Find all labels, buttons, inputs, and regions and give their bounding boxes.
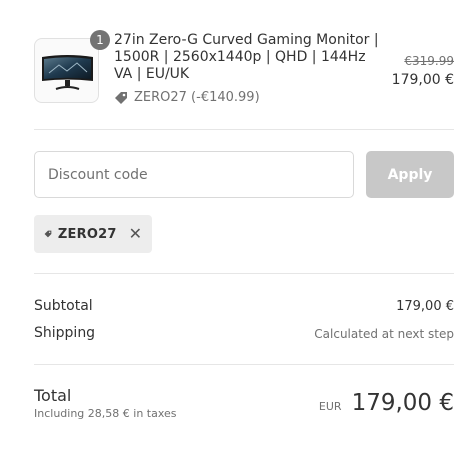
monitor-thumbnail xyxy=(42,55,93,90)
total-amount: EUR 179,00 € xyxy=(319,390,454,416)
apply-button[interactable]: Apply xyxy=(366,151,454,198)
currency-code: EUR xyxy=(318,400,342,413)
product-thumbnail xyxy=(34,38,99,103)
order-summary: 1 27in Zero-G Curved Gaming Monitor | 15… xyxy=(0,0,475,459)
divider xyxy=(34,364,454,365)
tag-icon xyxy=(115,91,127,104)
applied-code: ZERO27 xyxy=(57,226,117,242)
tag-icon xyxy=(44,230,52,238)
shipping-value: Calculated at next step xyxy=(314,327,454,341)
close-icon[interactable]: ✕ xyxy=(129,226,142,242)
product-discount-text: ZERO27 (-€140.99) xyxy=(134,90,260,105)
product-discount: ZERO27 (-€140.99) xyxy=(114,90,260,105)
product-name: 27in Zero-G Curved Gaming Monitor | 1500… xyxy=(114,32,379,82)
item-price: 179,00 € xyxy=(391,72,454,88)
total-label: Total xyxy=(34,386,72,405)
divider xyxy=(34,273,454,274)
applied-discount-chip: ZERO27 ✕ xyxy=(34,215,152,253)
divider xyxy=(34,129,454,130)
tax-note: Including 28,58 € in taxes xyxy=(34,407,177,420)
shipping-label: Shipping xyxy=(34,325,96,341)
discount-code-input[interactable] xyxy=(34,151,354,198)
total-value: 179,00 € xyxy=(351,390,454,416)
original-price: €319.99 xyxy=(404,54,454,68)
subtotal-label: Subtotal xyxy=(34,298,93,314)
subtotal-value: 179,00 € xyxy=(396,299,454,314)
quantity-badge: 1 xyxy=(90,30,110,50)
line-item: 1 27in Zero-G Curved Gaming Monitor | 15… xyxy=(34,30,454,112)
